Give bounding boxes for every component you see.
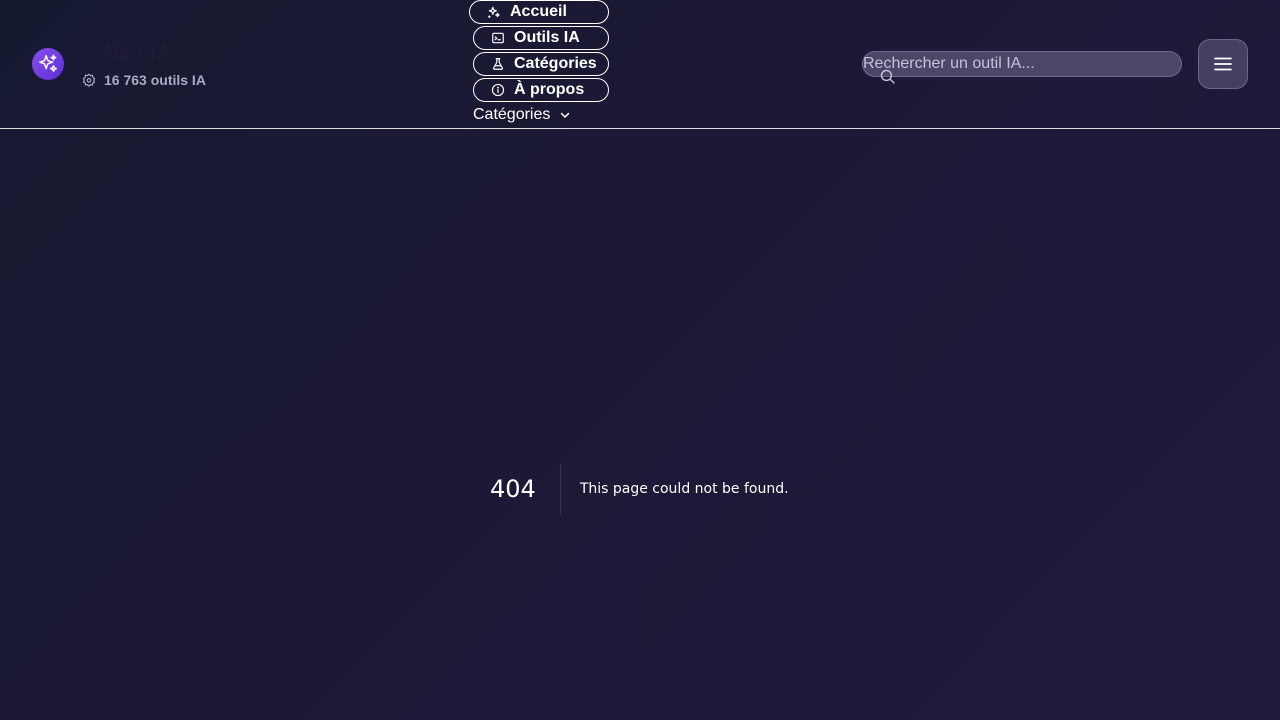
site-header: Neo-IA 16 763 outils IA Accueil Outils I… [0, 0, 1280, 129]
search-box[interactable] [862, 51, 1182, 77]
nav-about[interactable]: À propos [473, 78, 609, 102]
nav-about-label: À propos [514, 81, 585, 98]
tool-count-label: 16 763 outils IA [104, 72, 206, 88]
flask-icon [491, 57, 505, 71]
nav-home-label: Accueil [510, 3, 567, 20]
sparkles-icon [487, 5, 501, 19]
error-code: 404 [490, 464, 561, 514]
brand-name[interactable]: Neo-IA [104, 42, 171, 65]
badge-icon [82, 73, 96, 87]
nav-home[interactable]: Accueil [469, 0, 609, 24]
search-input[interactable] [863, 52, 1181, 76]
nav-tools[interactable]: Outils IA [473, 26, 609, 50]
logo[interactable] [32, 48, 64, 80]
nav-categories[interactable]: Catégories [473, 52, 609, 76]
menu-button[interactable] [1198, 39, 1248, 89]
nav-tools-label: Outils IA [514, 29, 580, 46]
sparkles-icon [39, 54, 57, 73]
hamburger-icon [1214, 57, 1232, 71]
terminal-icon [491, 31, 505, 45]
error-panel: 404 This page could not be found. [490, 464, 789, 514]
categories-dropdown[interactable]: Catégories [473, 106, 571, 124]
error-message: This page could not be found. [579, 481, 789, 497]
info-icon [491, 83, 505, 97]
nav-categories-label: Catégories [514, 55, 597, 72]
categories-dropdown-label: Catégories [473, 106, 551, 123]
chevron-down-icon [559, 109, 571, 121]
tool-count: 16 763 outils IA [82, 72, 206, 88]
search-icon[interactable] [879, 68, 896, 85]
